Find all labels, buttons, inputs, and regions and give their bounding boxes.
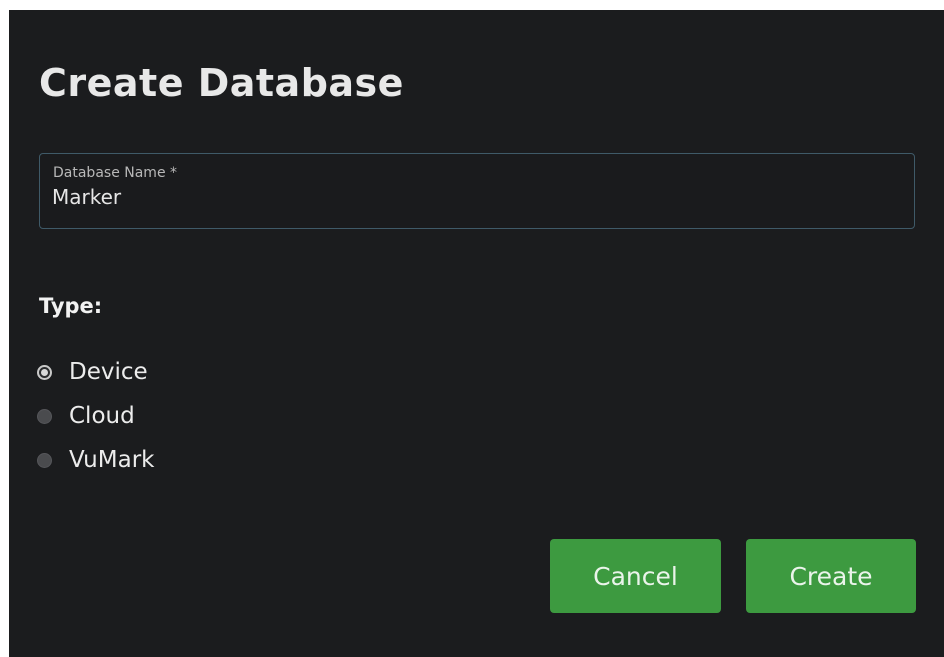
radio-option-device[interactable]: Device xyxy=(37,355,148,389)
type-label: Type: xyxy=(39,294,103,318)
radio-device-label: Device xyxy=(69,359,148,385)
dialog-title: Create Database xyxy=(39,61,404,105)
radio-cloud[interactable] xyxy=(37,408,52,424)
create-database-dialog: Create Database Database Name * Type: De… xyxy=(9,10,944,657)
radio-option-cloud[interactable]: Cloud xyxy=(37,399,135,433)
radio-cloud-label: Cloud xyxy=(69,403,135,429)
database-name-field[interactable]: Database Name * xyxy=(39,153,915,229)
create-button[interactable]: Create xyxy=(746,539,916,613)
cancel-button[interactable]: Cancel xyxy=(550,539,721,613)
database-name-input[interactable] xyxy=(52,183,892,211)
radio-vumark[interactable] xyxy=(37,452,52,468)
radio-vumark-label: VuMark xyxy=(69,447,155,473)
database-name-label: Database Name * xyxy=(53,165,178,181)
radio-option-vumark[interactable]: VuMark xyxy=(37,443,154,477)
radio-device-checked[interactable] xyxy=(37,364,52,380)
